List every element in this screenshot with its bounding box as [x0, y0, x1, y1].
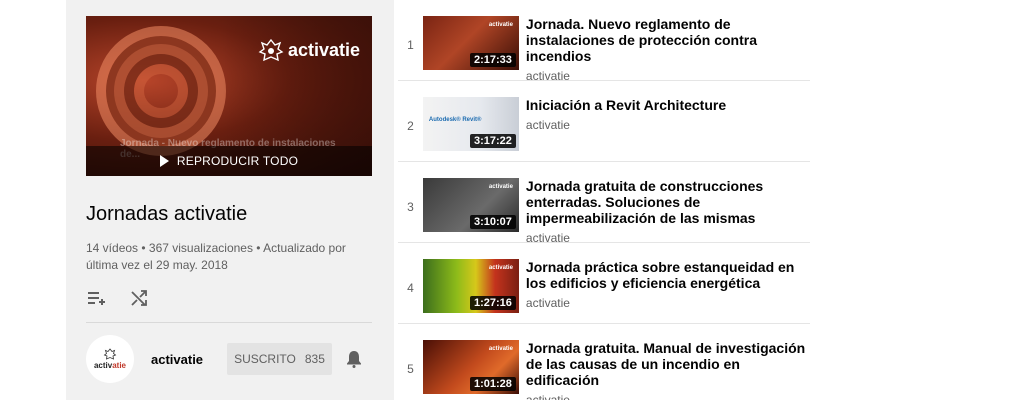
playlist-item[interactable]: 5 activatie 1:01:28 Jornada gratuita. Ma… — [398, 324, 810, 400]
subscribe-label: SUSCRITO — [234, 352, 296, 366]
video-duration: 1:27:16 — [470, 296, 516, 310]
playlist-actions — [86, 286, 374, 310]
fire-hose-reel-image — [96, 26, 226, 156]
play-icon — [159, 155, 169, 167]
video-index: 2 — [407, 119, 414, 133]
hero-logo-text: activatie — [288, 39, 361, 60]
thumb-logo: activatie — [488, 265, 513, 271]
video-channel[interactable]: activatie — [526, 118, 810, 132]
video-channel[interactable]: activatie — [526, 393, 810, 400]
play-all-label: REPRODUCIR TODO — [176, 154, 299, 168]
video-duration: 2:17:33 — [470, 53, 516, 67]
thumb-logo: activatie — [488, 184, 513, 190]
video-title[interactable]: Iniciación a Revit Architecture — [526, 97, 810, 113]
seal-icon — [258, 38, 284, 62]
playlist-video-list: 1 activatie 2:17:33 Jornada. Nuevo regla… — [398, 0, 810, 400]
thumb-logo: Autodesk® Revit® — [428, 117, 482, 123]
playlist-item[interactable]: 3 activatie 3:10:07 Jornada gratuita de … — [398, 162, 810, 245]
playlist-sidebar: activatie Jornada - Nuevo reglamento de … — [66, 0, 394, 400]
video-title[interactable]: Jornada gratuita. Manual de investigació… — [526, 340, 810, 388]
video-index: 3 — [407, 200, 414, 214]
video-thumbnail[interactable]: Autodesk® Revit® 3:17:22 — [422, 97, 519, 151]
thumb-logo: activatie — [488, 346, 513, 352]
shuffle-icon[interactable] — [128, 287, 150, 309]
video-thumbnail[interactable]: activatie 1:27:16 — [422, 259, 519, 313]
video-thumbnail[interactable]: activatie 2:17:33 — [422, 16, 519, 70]
video-title[interactable]: Jornada práctica sobre estanqueidad en l… — [526, 259, 810, 291]
video-duration: 3:17:22 — [470, 134, 516, 148]
playlist-meta: 14 vídeos • 367 visualizaciones • Actual… — [86, 241, 346, 272]
bell-icon[interactable] — [343, 348, 365, 370]
video-channel[interactable]: activatie — [526, 296, 810, 310]
video-thumbnail[interactable]: activatie 1:01:28 — [422, 340, 519, 394]
playlist-item[interactable]: 4 activatie 1:27:16 Jornada práctica sob… — [398, 243, 810, 324]
video-duration: 3:10:07 — [470, 215, 516, 229]
seal-icon — [103, 348, 117, 360]
video-thumbnail[interactable]: activatie 3:10:07 — [422, 178, 519, 232]
playlist-thumbnail[interactable]: activatie Jornada - Nuevo reglamento de … — [86, 16, 372, 176]
channel-name[interactable]: activatie — [151, 352, 227, 367]
divider — [86, 322, 372, 323]
video-index: 4 — [407, 281, 414, 295]
video-index: 5 — [407, 362, 414, 376]
playlist-item[interactable]: 2 Autodesk® Revit® 3:17:22 Iniciación a … — [398, 81, 810, 162]
thumb-logo: activatie — [488, 22, 513, 28]
video-title[interactable]: Jornada. Nuevo reglamento de instalacion… — [526, 16, 810, 64]
channel-owner: activatie activatie SUSCRITO 835 — [86, 335, 374, 383]
video-title[interactable]: Jornada gratuita de construcciones enter… — [526, 178, 810, 226]
activatie-logo: activatie — [258, 38, 360, 62]
subscriber-count: 835 — [304, 352, 325, 366]
play-all-button[interactable]: REPRODUCIR TODO — [86, 146, 372, 176]
playlist-add-icon[interactable] — [86, 287, 108, 309]
subscribe-button[interactable]: SUSCRITO 835 — [227, 343, 332, 375]
avatar[interactable]: activatie — [86, 335, 134, 383]
avatar-text: activatie — [93, 361, 127, 370]
playlist-title: Jornadas activatie — [86, 203, 248, 225]
video-duration: 1:01:28 — [470, 377, 516, 391]
playlist-item[interactable]: 1 activatie 2:17:33 Jornada. Nuevo regla… — [398, 0, 810, 83]
video-index: 1 — [407, 38, 414, 52]
